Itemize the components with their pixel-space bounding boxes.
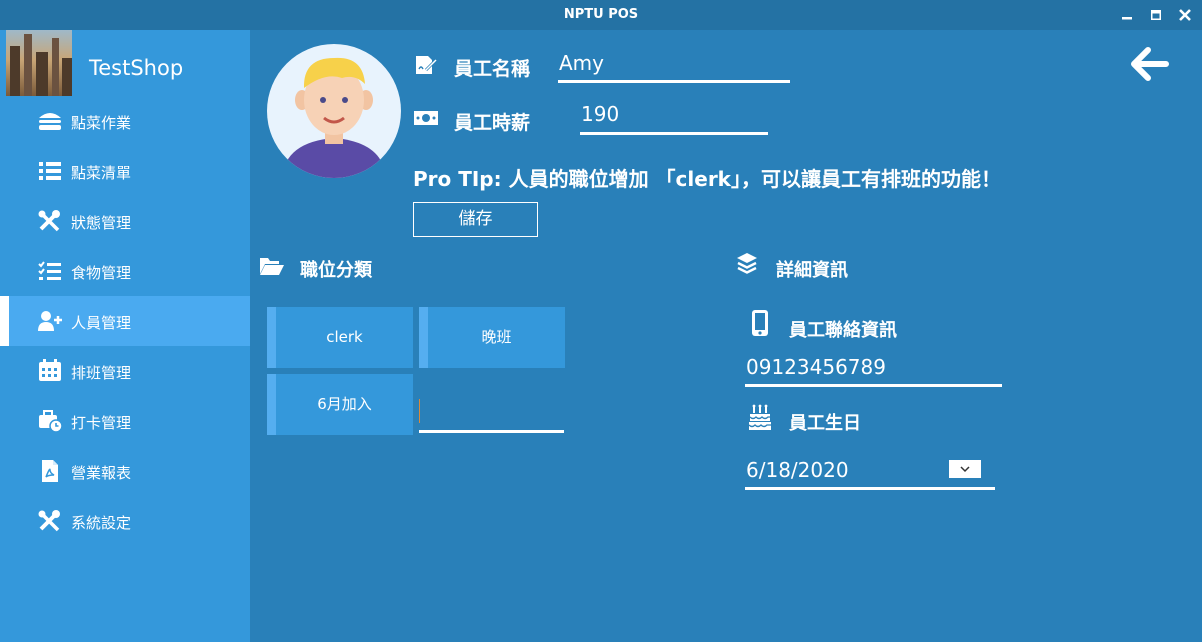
wage-label: 員工時薪	[454, 112, 531, 134]
briefcase-clock-icon	[39, 410, 63, 433]
user-plus-icon	[38, 311, 62, 331]
mobile-phone-icon	[752, 310, 768, 336]
sidebar-item-order[interactable]: 點菜作業	[0, 96, 250, 146]
position-chip[interactable]: 6月加入	[267, 374, 413, 435]
sidebar-item-order-list[interactable]: 點菜清單	[0, 146, 250, 196]
position-chip[interactable]: 晚班	[419, 307, 565, 368]
avatar[interactable]	[267, 44, 401, 178]
burger-icon	[39, 113, 61, 130]
calendar-icon	[39, 359, 61, 381]
window-title: NPTU POS	[563, 7, 639, 22]
birthday-input[interactable]: 6/18/2020	[746, 458, 849, 482]
positions-header: 職位分類	[300, 260, 372, 281]
contact-label: 員工聯絡資訊	[789, 320, 897, 341]
birthday-cake-icon	[748, 404, 771, 430]
sidebar-item-staff[interactable]: 人員管理	[0, 296, 250, 346]
text-cursor	[419, 399, 420, 423]
folder-open-icon	[260, 258, 284, 275]
sidebar-item-food[interactable]: 食物管理	[0, 246, 250, 296]
wage-input[interactable]: 190	[581, 102, 619, 126]
sidebar-item-label: 打卡管理	[71, 414, 132, 432]
tools-icon	[38, 510, 60, 532]
list-icon	[39, 162, 61, 180]
pro-tip: Pro TIp: 人員的職位增加 「clerk」，可以讓員工有排班的功能！	[413, 167, 1001, 191]
sidebar-item-label: 人員管理	[71, 314, 132, 332]
sidebar-item-clock-in[interactable]: 打卡管理	[0, 396, 250, 446]
maximize-icon[interactable]	[1149, 8, 1163, 22]
checklist-icon	[38, 261, 61, 280]
chevron-down-icon	[960, 466, 970, 473]
details-header: 詳細資訊	[776, 260, 848, 281]
sidebar-item-label: 食物管理	[71, 264, 132, 282]
sidebar-item-report[interactable]: 營業報表	[0, 446, 250, 496]
signature-icon	[416, 56, 438, 74]
title-bar: NPTU POS	[0, 0, 1202, 30]
money-icon	[414, 111, 438, 125]
sidebar-item-label: 點菜清單	[71, 164, 132, 182]
sidebar-item-label: 狀態管理	[71, 214, 132, 232]
pdf-icon	[42, 460, 58, 482]
sidebar-item-status[interactable]: 狀態管理	[0, 196, 250, 246]
close-icon[interactable]	[1178, 8, 1192, 22]
contact-underline	[745, 384, 1002, 387]
layers-icon	[737, 253, 757, 274]
contact-input[interactable]: 09123456789	[746, 355, 886, 379]
new-position-input[interactable]	[420, 398, 564, 428]
wage-underline	[580, 132, 768, 135]
name-underline	[558, 80, 790, 83]
sidebar-item-settings[interactable]: 系統設定	[0, 496, 250, 546]
birthday-underline	[745, 487, 995, 490]
shop-name: TestShop	[89, 56, 184, 80]
sidebar-item-label: 系統設定	[71, 514, 132, 532]
sidebar-item-label: 點菜作業	[71, 114, 132, 132]
position-chip[interactable]: clerk	[267, 307, 413, 368]
birthday-label: 員工生日	[789, 413, 861, 434]
shop-image	[6, 30, 72, 96]
tools-icon	[38, 210, 60, 232]
new-position-underline	[419, 430, 564, 433]
sidebar-item-label: 排班管理	[71, 364, 132, 382]
name-input[interactable]: Amy	[559, 51, 604, 75]
active-indicator	[0, 296, 9, 346]
sidebar-item-label: 營業報表	[71, 464, 132, 482]
minimize-icon[interactable]	[1120, 8, 1134, 22]
back-arrow-icon[interactable]	[1130, 46, 1170, 82]
sidebar-item-schedule[interactable]: 排班管理	[0, 346, 250, 396]
date-picker-button[interactable]	[949, 460, 981, 478]
name-label: 員工名稱	[454, 58, 531, 80]
save-button[interactable]: 儲存	[413, 202, 538, 237]
sidebar: TestShop 點菜作業 點菜清單 狀態管理 食物管理 人員管理 排班管理 打…	[0, 30, 250, 642]
main-panel: 員工名稱 Amy 員工時薪 190 Pro TIp: 人員的職位增加 「cler…	[250, 30, 1202, 642]
